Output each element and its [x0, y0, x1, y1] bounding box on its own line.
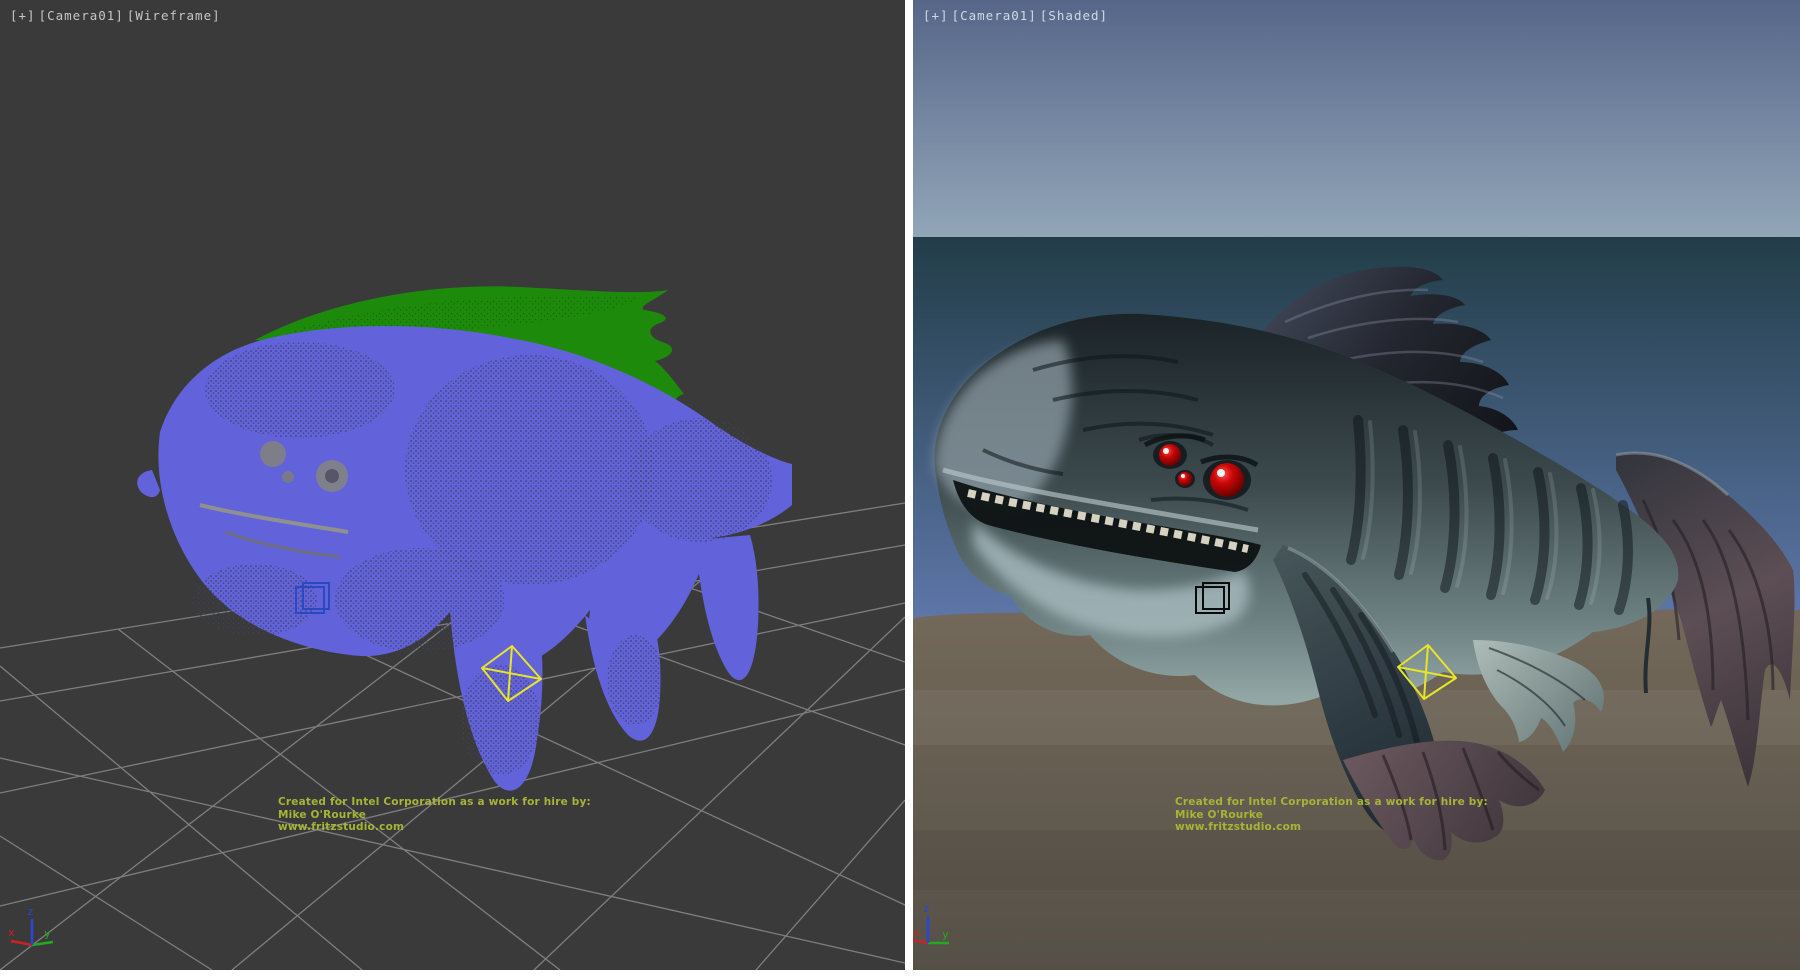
axis-z-label: z: [923, 902, 930, 915]
viewport-menu-general[interactable]: [+]: [923, 8, 949, 23]
credit-line-3: www.fritzstudio.com: [1175, 821, 1488, 834]
dual-viewport-stage: x y z [+] [Camera01] [Wireframe] Created…: [0, 0, 1800, 978]
viewport-menu-general[interactable]: [+]: [10, 8, 36, 23]
axis-y-label: y: [44, 927, 51, 940]
viewport-wireframe[interactable]: x y z [+] [Camera01] [Wireframe] Created…: [0, 0, 905, 970]
credit-line-1: Created for Intel Corporation as a work …: [278, 796, 591, 809]
viewport-menu-shading[interactable]: [Shaded]: [1040, 8, 1108, 23]
axis-x-label: x: [913, 926, 920, 939]
credit-line-3: www.fritzstudio.com: [278, 821, 591, 834]
viewport-shaded[interactable]: x y z [+] [Camera01] [Shaded] Created fo…: [913, 0, 1800, 970]
creature-wireframe[interactable]: [137, 286, 792, 790]
credit-annotation-right: Created for Intel Corporation as a work …: [1175, 796, 1488, 834]
axis-z-label: z: [27, 905, 34, 918]
world-axis-gizmo: x y z: [8, 905, 53, 945]
viewport-menu-pov[interactable]: [Camera01]: [39, 8, 124, 23]
sky-upper: [913, 0, 1800, 238]
viewport-menu-pov[interactable]: [Camera01]: [952, 8, 1037, 23]
viewport-splitter[interactable]: [905, 0, 913, 970]
window-bottom-edge: [0, 970, 1800, 978]
credit-line-1: Created for Intel Corporation as a work …: [1175, 796, 1488, 809]
credit-annotation-left: Created for Intel Corporation as a work …: [278, 796, 591, 834]
credit-line-2: Mike O'Rourke: [1175, 809, 1488, 822]
axis-y-label: y: [942, 928, 949, 941]
credit-line-2: Mike O'Rourke: [278, 809, 591, 822]
axis-x-label: x: [8, 926, 15, 939]
viewport-label-right: [+] [Camera01] [Shaded]: [923, 8, 1108, 23]
viewport-label-left: [+] [Camera01] [Wireframe]: [10, 8, 221, 23]
ground-dark-band: [913, 830, 1800, 890]
viewport-menu-shading[interactable]: [Wireframe]: [127, 8, 221, 23]
